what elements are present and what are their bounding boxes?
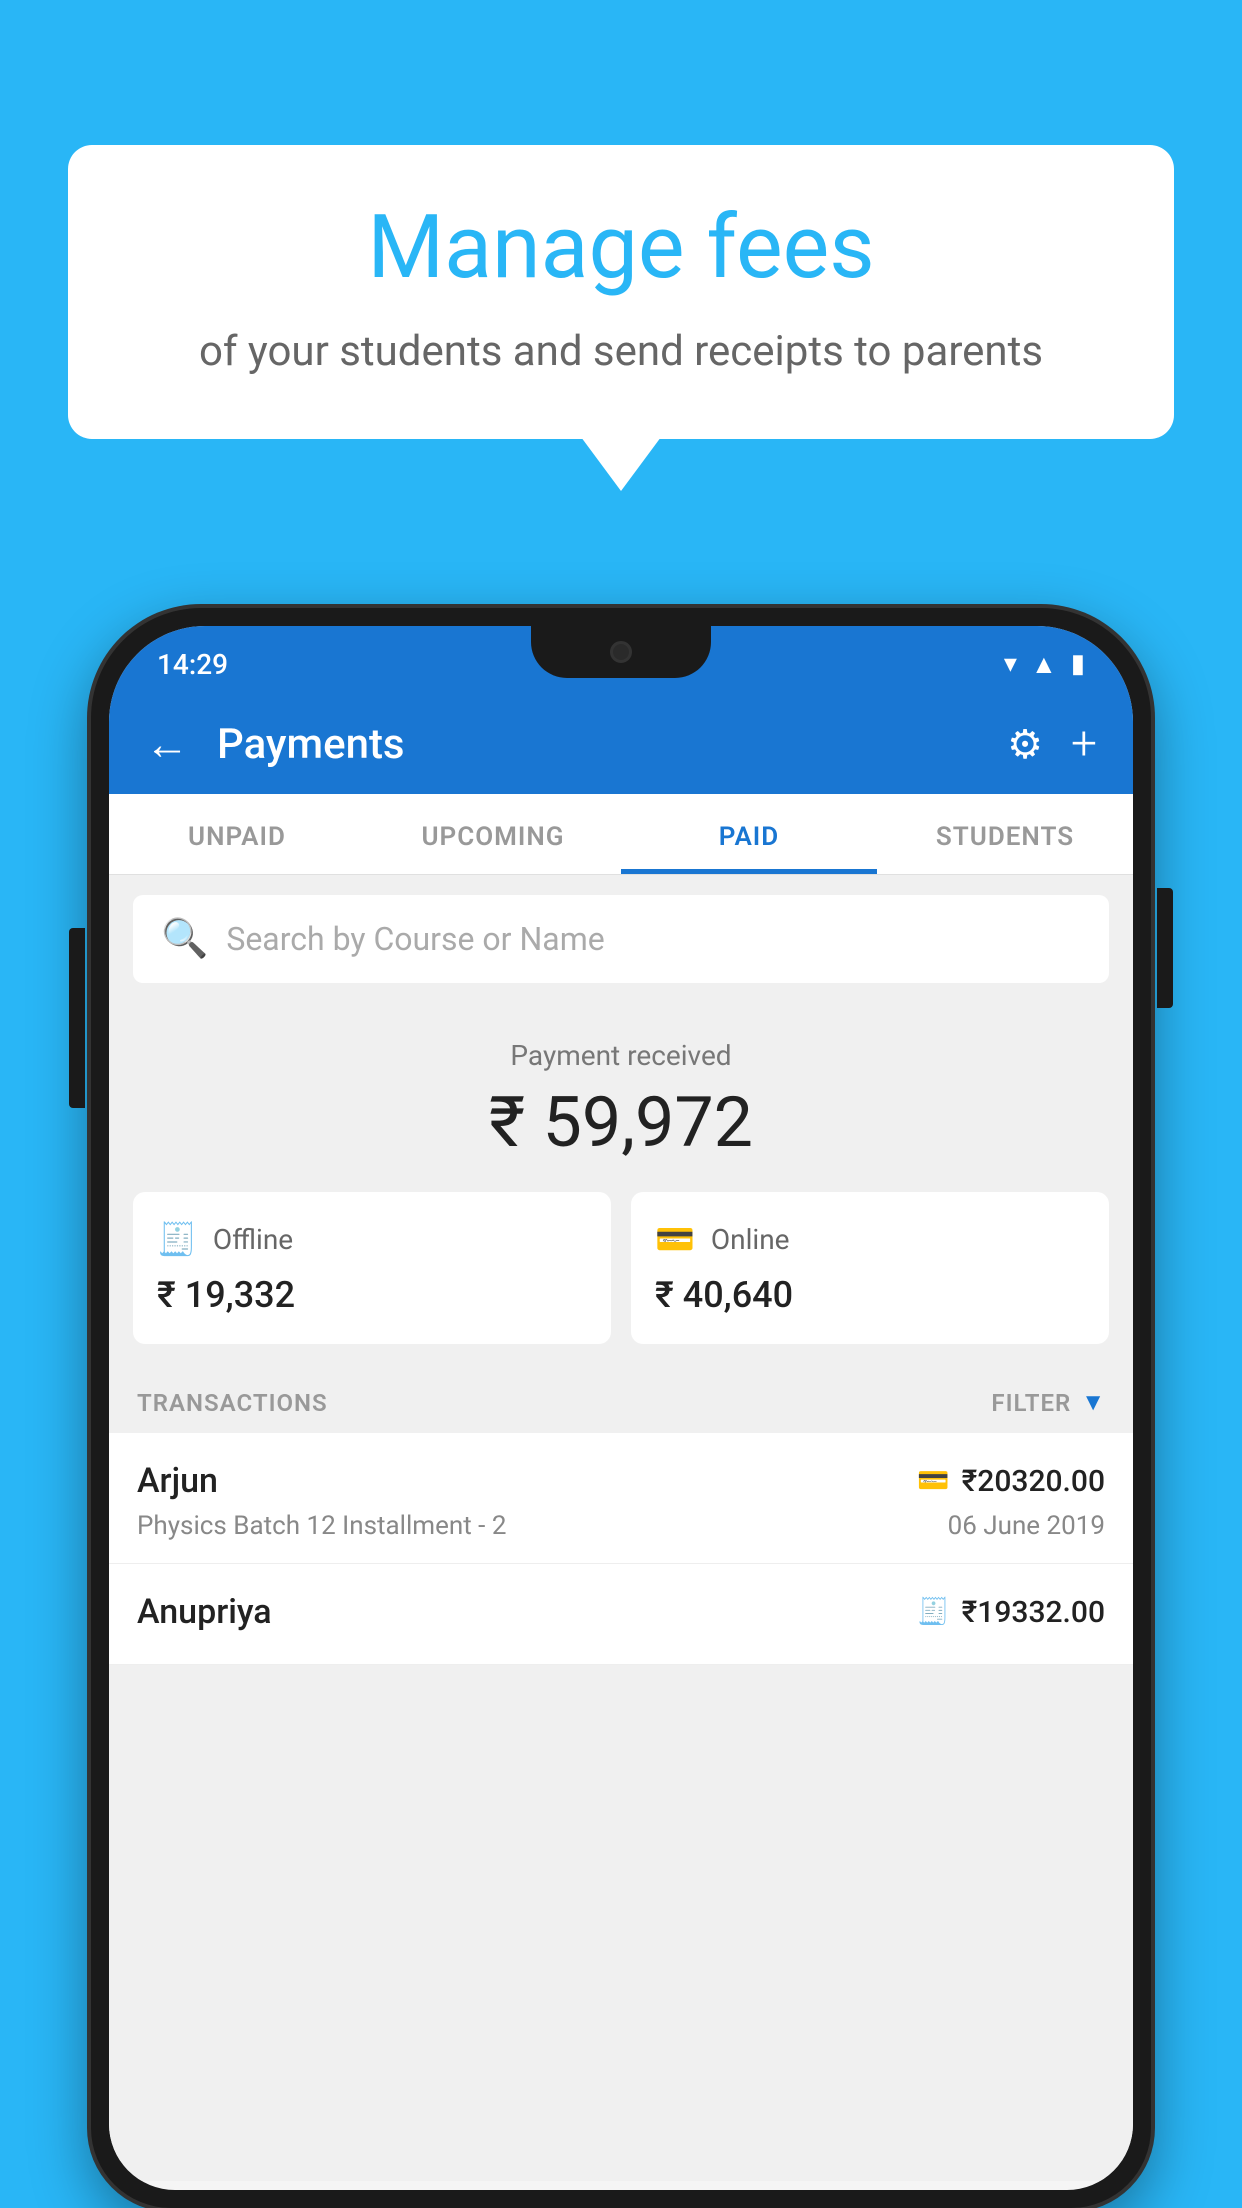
transaction-course: Physics Batch 12 Installment - 2 <box>137 1511 506 1541</box>
tab-paid[interactable]: PAID <box>621 794 877 874</box>
tabs-bar: UNPAID UPCOMING PAID STUDENTS <box>109 794 1133 875</box>
online-card-header: 💳 Online <box>655 1220 1085 1258</box>
search-bar[interactable]: 🔍 Search by Course or Name <box>133 895 1109 983</box>
app-content: 🔍 Search by Course or Name Payment recei… <box>109 875 1133 2181</box>
add-button[interactable]: + <box>1071 717 1097 771</box>
filter-label: FILTER <box>991 1389 1071 1417</box>
transaction-name: Arjun <box>137 1461 218 1501</box>
filter-button[interactable]: FILTER ▼ <box>991 1388 1105 1417</box>
online-card: 💳 Online ₹ 40,640 <box>631 1192 1109 1344</box>
battery-icon: ▮ <box>1071 649 1085 679</box>
transaction-date: 06 June 2019 <box>948 1511 1105 1541</box>
speech-bubble-container: Manage fees of your students and send re… <box>68 145 1174 439</box>
transactions-label: TRANSACTIONS <box>137 1389 328 1417</box>
transaction-amount: ₹20320.00 <box>962 1464 1105 1499</box>
payment-amount: ₹ 59,972 <box>109 1082 1133 1164</box>
payment-label: Payment received <box>109 1039 1133 1072</box>
online-card-label: Online <box>711 1223 790 1256</box>
transaction-amount-row-2: 🧾 ₹19332.00 <box>917 1595 1105 1630</box>
transaction-row-top-2: Anupriya 🧾 ₹19332.00 <box>137 1592 1105 1632</box>
transaction-row-bottom: Physics Batch 12 Installment - 2 06 June… <box>137 1511 1105 1541</box>
signal-icon: ▲ <box>1031 649 1057 680</box>
bubble-subtitle: of your students and send receipts to pa… <box>128 325 1114 380</box>
search-placeholder-text: Search by Course or Name <box>226 920 604 958</box>
phone-outer: 14:29 ▾ ▲ ▮ ← Payments ⚙ + UNPAID UPCOMI… <box>91 608 1151 2208</box>
online-pay-icon: 💳 <box>917 1466 949 1496</box>
offline-icon: 🧾 <box>157 1220 197 1258</box>
offline-pay-icon: 🧾 <box>917 1597 949 1627</box>
offline-card-header: 🧾 Offline <box>157 1220 587 1258</box>
transactions-header: TRANSACTIONS FILTER ▼ <box>109 1368 1133 1433</box>
status-icons: ▾ ▲ ▮ <box>1004 649 1085 680</box>
transaction-amount-2: ₹19332.00 <box>962 1595 1105 1630</box>
offline-card-label: Offline <box>213 1223 293 1256</box>
search-icon: 🔍 <box>161 917 208 961</box>
payment-received-section: Payment received ₹ 59,972 <box>109 1003 1133 1192</box>
camera-dot <box>610 641 632 663</box>
offline-card: 🧾 Offline ₹ 19,332 <box>133 1192 611 1344</box>
phone-notch <box>531 626 711 678</box>
phone-screen: 14:29 ▾ ▲ ▮ ← Payments ⚙ + UNPAID UPCOMI… <box>109 626 1133 2190</box>
settings-button[interactable]: ⚙ <box>1007 721 1043 768</box>
transaction-name-2: Anupriya <box>137 1592 272 1632</box>
cards-row: 🧾 Offline ₹ 19,332 💳 Online ₹ 40,640 <box>109 1192 1133 1368</box>
transaction-item-2[interactable]: Anupriya 🧾 ₹19332.00 <box>109 1564 1133 1665</box>
tab-upcoming[interactable]: UPCOMING <box>365 794 621 874</box>
tab-unpaid[interactable]: UNPAID <box>109 794 365 874</box>
status-time: 14:29 <box>157 648 228 681</box>
transaction-item[interactable]: Arjun 💳 ₹20320.00 Physics Batch 12 Insta… <box>109 1433 1133 1564</box>
wifi-icon: ▾ <box>1004 649 1017 679</box>
speech-bubble: Manage fees of your students and send re… <box>68 145 1174 439</box>
tab-students[interactable]: STUDENTS <box>877 794 1133 874</box>
transaction-row-top: Arjun 💳 ₹20320.00 <box>137 1461 1105 1501</box>
online-amount: ₹ 40,640 <box>655 1274 1085 1316</box>
transaction-amount-row: 💳 ₹20320.00 <box>917 1464 1105 1499</box>
back-button[interactable]: ← <box>145 718 189 770</box>
phone-frame: 14:29 ▾ ▲ ▮ ← Payments ⚙ + UNPAID UPCOMI… <box>91 608 1151 2208</box>
offline-amount: ₹ 19,332 <box>157 1274 587 1316</box>
filter-icon: ▼ <box>1081 1388 1105 1417</box>
header-title: Payments <box>217 720 979 769</box>
app-header: ← Payments ⚙ + <box>109 694 1133 794</box>
online-icon: 💳 <box>655 1220 695 1258</box>
bubble-title: Manage fees <box>128 200 1114 297</box>
